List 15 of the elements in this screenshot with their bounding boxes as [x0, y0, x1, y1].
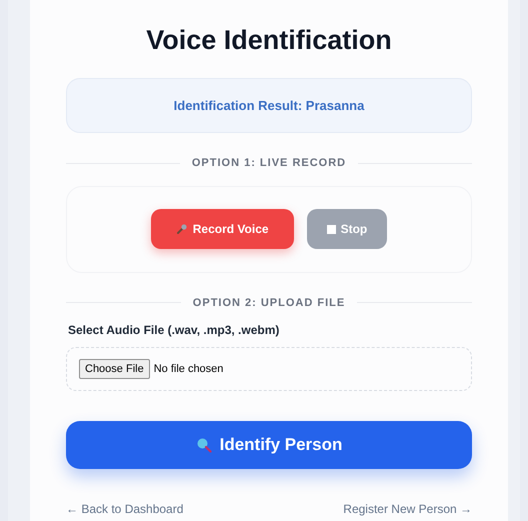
section-heading: OPTION 2: UPLOAD FILE	[192, 296, 346, 310]
nav-link[interactable]: ← Back to Dashboard	[66, 500, 184, 518]
field-label: Select Audio File (.wav, .mp3, .webm)	[68, 322, 280, 339]
result-text: Identification Result: Prasanna	[174, 96, 364, 115]
choose-file-button[interactable]: Choose File	[79, 358, 150, 380]
magnifier-icon	[196, 437, 212, 453]
record-button[interactable]: Record Voice	[150, 209, 294, 249]
identify-button[interactable]: Identify Person	[66, 421, 472, 469]
microphone-icon	[176, 223, 188, 235]
nav-link[interactable]: Register New Person →	[343, 500, 472, 518]
square-icon	[326, 224, 336, 234]
page-title: Voice Identification	[145, 24, 393, 57]
file-status: No file chosen	[154, 362, 224, 377]
stop-button[interactable]: Stop	[306, 209, 388, 249]
section-heading: OPTION 1: LIVE RECORD	[192, 156, 346, 171]
